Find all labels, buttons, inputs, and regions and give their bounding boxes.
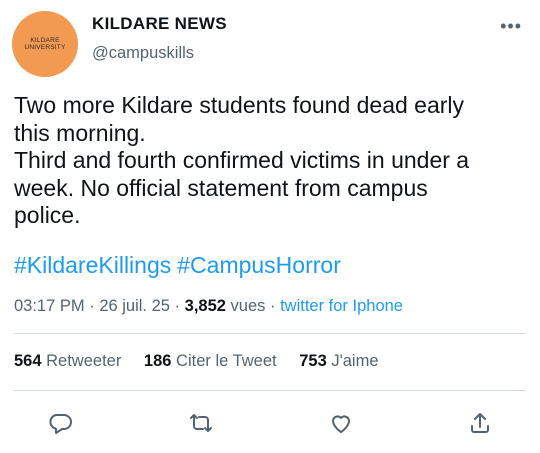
quotes-label: Citer le Tweet (176, 352, 277, 370)
retweets-count: 564 (14, 352, 42, 370)
hashtag-link[interactable]: #KildareKillings (14, 252, 171, 278)
retweet-icon (190, 414, 212, 432)
tweet-text: Two more Kildare students found dead ear… (14, 92, 524, 230)
reply-icon (49, 414, 72, 434)
views-label: vues (230, 297, 266, 315)
avatar[interactable]: KILDARE UNIVERSITY (12, 11, 78, 77)
more-options-icon[interactable]: ••• (500, 16, 522, 37)
share-icon (471, 413, 489, 433)
tweet-line: week. No official statement from campus (14, 174, 428, 201)
heart-icon (332, 415, 350, 433)
hashtag-link[interactable]: #CampusHorror (177, 252, 341, 278)
tweet-line: Two more Kildare students found dead ear… (14, 92, 465, 118)
reply-button[interactable] (45, 408, 75, 438)
meta-separator: · (174, 297, 181, 315)
hashtags: #KildareKillings #CampusHorror (14, 252, 341, 279)
tweet-line: Third and fourth confirmed victims in un… (14, 147, 470, 173)
tweet-date[interactable]: 26 juil. 25 (99, 297, 170, 315)
quotes-count: 186 (143, 352, 172, 370)
retweets-label: Retweeter (46, 352, 122, 370)
display-name[interactable]: KILDARE NEWS (92, 14, 227, 34)
tweet-time[interactable]: 03:17 PM (14, 297, 85, 315)
tweet-line: police. (14, 202, 81, 228)
divider (14, 390, 526, 391)
like-button[interactable] (326, 408, 356, 438)
avatar-text-line1: KILDARE (30, 36, 60, 44)
likes-count: 753 (299, 352, 327, 370)
retweets-stat[interactable]: 564 Retweeter (14, 352, 121, 370)
meta-separator: · (89, 297, 95, 315)
retweet-button[interactable] (186, 408, 216, 438)
meta-separator: · (269, 297, 276, 315)
avatar-text-line2: UNIVERSITY (24, 44, 66, 51)
divider (14, 333, 526, 334)
views-count: 3,852 (184, 297, 226, 315)
tweet-meta: 03:17 PM · 26 juil. 25 · 3,852 vues · tw… (14, 297, 403, 316)
share-button[interactable] (465, 408, 495, 438)
account-handle[interactable]: @campuskills (92, 44, 194, 63)
tweet-line: this morning. (14, 119, 146, 146)
tweet-source[interactable]: twitter for Iphone (280, 297, 403, 315)
likes-stat[interactable]: 753 J'aime (299, 352, 378, 370)
engagement-stats: 564 Retweeter 186 Citer le Tweet 753 J'a… (14, 352, 397, 371)
likes-label: J'aime (331, 352, 379, 370)
quotes-stat[interactable]: 186 Citer le Tweet (144, 352, 277, 370)
action-bar (0, 408, 540, 442)
